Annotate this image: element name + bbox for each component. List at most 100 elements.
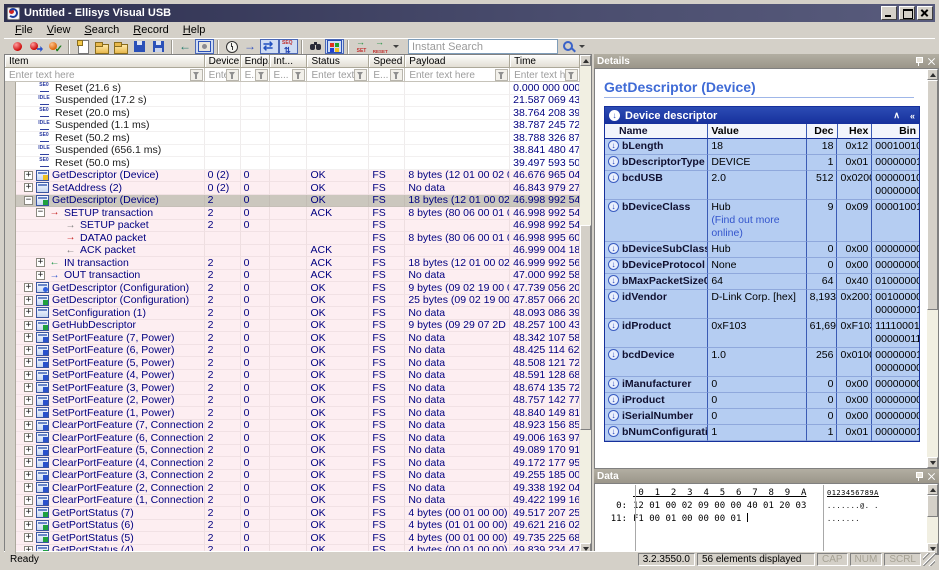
- filter-placeholder[interactable]: E...: [270, 70, 293, 81]
- expand-icon[interactable]: +: [24, 471, 33, 480]
- expand-icon[interactable]: +: [24, 496, 33, 505]
- expand-icon[interactable]: +: [24, 408, 33, 417]
- expand-icon[interactable]: +: [24, 458, 33, 467]
- panel-close-icon[interactable]: [927, 57, 936, 66]
- sequencer-view-button[interactable]: [279, 39, 298, 54]
- table-row[interactable]: +SetPortFeature (7, Power)20OKFSNo data4…: [5, 332, 580, 345]
- record-button[interactable]: [8, 39, 27, 54]
- expand-icon[interactable]: +: [24, 433, 33, 442]
- search-icon[interactable]: [562, 40, 576, 54]
- table-row[interactable]: +GetDescriptor (Device)0 (2)0OKFS8 bytes…: [5, 170, 580, 183]
- table-row[interactable]: +GetPortStatus (7)20OKFS4 bytes (00 01 0…: [5, 507, 580, 520]
- table-row[interactable]: +SetPortFeature (5, Power)20OKFSNo data4…: [5, 357, 580, 370]
- display-options-button[interactable]: [325, 39, 344, 54]
- table-row[interactable]: IDLESuspended (17.2 s)21.587 069 437: [5, 95, 580, 108]
- expand-icon[interactable]: +: [24, 183, 33, 192]
- table-row[interactable]: +ClearPortFeature (4, ConnectionChanged)…: [5, 457, 580, 470]
- filter-placeholder[interactable]: Enter text h...: [510, 70, 565, 81]
- scroll-down-button[interactable]: [927, 457, 938, 468]
- column-header-int[interactable]: Int...: [270, 55, 308, 68]
- expand-icon[interactable]: +: [36, 258, 45, 267]
- table-row[interactable]: +→OUT transaction20ACKFSNo data47.000 99…: [5, 270, 580, 283]
- table-row[interactable]: →SETUP packet20FS46.998 992 542: [5, 220, 580, 233]
- transactions-view-button[interactable]: [260, 39, 279, 54]
- filter-cell[interactable]: E...: [270, 68, 308, 82]
- column-header-payload[interactable]: Payload: [405, 55, 510, 68]
- expand-icon[interactable]: +: [24, 296, 33, 305]
- table-row[interactable]: IDLESuspended (1.1 ms)38.787 245 729: [5, 120, 580, 133]
- ascii-bytes[interactable]: .......@. .: [817, 502, 879, 510]
- scroll-up-button[interactable]: [927, 484, 938, 495]
- column-header-time[interactable]: Time: [510, 55, 580, 68]
- scroll-up-button[interactable]: [927, 69, 938, 80]
- data-vertical-scrollbar[interactable]: [927, 484, 938, 554]
- table-row[interactable]: +SetConfiguration (1)20OKFSNo data48.093…: [5, 307, 580, 320]
- search-dropdown-icon[interactable]: [579, 45, 585, 48]
- menu-file[interactable]: File: [8, 23, 40, 37]
- collapse-all-icon[interactable]: ∧: [893, 110, 900, 121]
- expand-icon[interactable]: +: [24, 383, 33, 392]
- hex-bytes[interactable]: 12 01 00 02 09 00 00 40 01 20 03: [633, 501, 817, 511]
- table-row[interactable]: −→SETUP transaction20ACKFS8 bytes (80 06…: [5, 207, 580, 220]
- table-row[interactable]: +GetHubDescriptor20OKFS9 bytes (09 29 07…: [5, 320, 580, 333]
- column-header-speed[interactable]: Speed: [369, 55, 405, 68]
- table-row[interactable]: +SetPortFeature (4, Power)20OKFSNo data4…: [5, 370, 580, 383]
- scroll-thumb[interactable]: [927, 80, 938, 310]
- filter-placeholder[interactable]: E...: [241, 70, 255, 81]
- hex-view[interactable]: 0 1 2 3 4 5 6 7 8 9 A0123456789A0:12 01 …: [594, 483, 939, 555]
- filter-funnel-icon[interactable]: [495, 69, 508, 81]
- column-header-item[interactable]: Item: [5, 55, 205, 68]
- find-button[interactable]: [306, 39, 325, 54]
- scroll-thumb[interactable]: [927, 495, 938, 517]
- table-row[interactable]: +SetPortFeature (1, Power)20OKFSNo data4…: [5, 407, 580, 420]
- filter-cell[interactable]: Enter text h...: [510, 68, 580, 82]
- table-row[interactable]: IDLESuspended (656.1 ms)38.841 480 479: [5, 145, 580, 158]
- expand-icon[interactable]: +: [24, 421, 33, 430]
- close-button[interactable]: [917, 6, 933, 20]
- filter-funnel-icon[interactable]: [226, 69, 239, 81]
- table-row[interactable]: SE0Reset (50.0 ms)39.497 593 500: [5, 157, 580, 170]
- filter-funnel-icon[interactable]: [190, 69, 203, 81]
- find-out-more-link[interactable]: (Find out more online): [711, 214, 779, 239]
- record-device-button[interactable]: [27, 39, 46, 54]
- filter-funnel-icon[interactable]: [292, 69, 305, 81]
- hex-bytes[interactable]: F1 00 01 00 00 00 01: [633, 513, 817, 524]
- table-row[interactable]: +ClearPortFeature (1, ConnectionChanged)…: [5, 495, 580, 508]
- table-row[interactable]: +GetDescriptor (Configuration)20OKFS9 by…: [5, 282, 580, 295]
- filter-cell[interactable]: Enter text here: [5, 68, 205, 82]
- menu-view[interactable]: View: [40, 23, 78, 37]
- open-add-button[interactable]: [111, 39, 130, 54]
- hex-row[interactable]: 11:F1 00 01 00 00 00 01 .......: [595, 512, 938, 525]
- expand-icon[interactable]: +: [24, 533, 33, 542]
- expand-icon[interactable]: +: [24, 283, 33, 292]
- table-row[interactable]: SE0Reset (50.2 ms)38.788 326 875: [5, 132, 580, 145]
- dropdown-arrow-icon[interactable]: [393, 45, 399, 48]
- table-row[interactable]: +ClearPortFeature (7, ConnectionChanged)…: [5, 420, 580, 433]
- table-row[interactable]: +ClearPortFeature (5, ConnectionChanged)…: [5, 445, 580, 458]
- collapse-icon[interactable]: −: [24, 196, 33, 205]
- filter-placeholder[interactable]: Enter text here: [405, 70, 495, 81]
- instant-view-button[interactable]: [195, 39, 214, 54]
- table-row[interactable]: +←IN transaction20ACKFS18 bytes (12 01 0…: [5, 257, 580, 270]
- maximize-button[interactable]: [899, 6, 915, 20]
- filter-placeholder[interactable]: Ente...: [205, 70, 226, 81]
- filter-funnel-icon[interactable]: [255, 69, 268, 81]
- expand-icon[interactable]: +: [24, 371, 33, 380]
- column-header-device[interactable]: Device: [205, 55, 241, 68]
- menu-record[interactable]: Record: [126, 23, 175, 37]
- table-row[interactable]: SE0Reset (21.6 s)0.000 000 000: [5, 82, 580, 95]
- table-row[interactable]: −GetDescriptor (Device)20OKFS18 bytes (1…: [5, 195, 580, 208]
- table-row[interactable]: +SetPortFeature (2, Power)20OKFSNo data4…: [5, 395, 580, 408]
- timing-view-button[interactable]: [222, 39, 241, 54]
- filter-placeholder[interactable]: Enter text...: [307, 70, 354, 81]
- grid-vertical-scrollbar[interactable]: [580, 55, 591, 554]
- expand-icon[interactable]: +: [24, 521, 33, 530]
- table-row[interactable]: +ClearPortFeature (6, ConnectionChanged)…: [5, 432, 580, 445]
- open-file-button[interactable]: [92, 39, 111, 54]
- column-header-endp[interactable]: Endp...: [241, 55, 270, 68]
- table-row[interactable]: +GetPortStatus (6)20OKFS4 bytes (01 01 0…: [5, 520, 580, 533]
- expand-icon[interactable]: +: [24, 171, 33, 180]
- expand-icon[interactable]: +: [24, 358, 33, 367]
- scroll-up-button[interactable]: [580, 55, 591, 66]
- table-row[interactable]: →DATA0 packetFS8 bytes (80 06 00 01 00 0…: [5, 232, 580, 245]
